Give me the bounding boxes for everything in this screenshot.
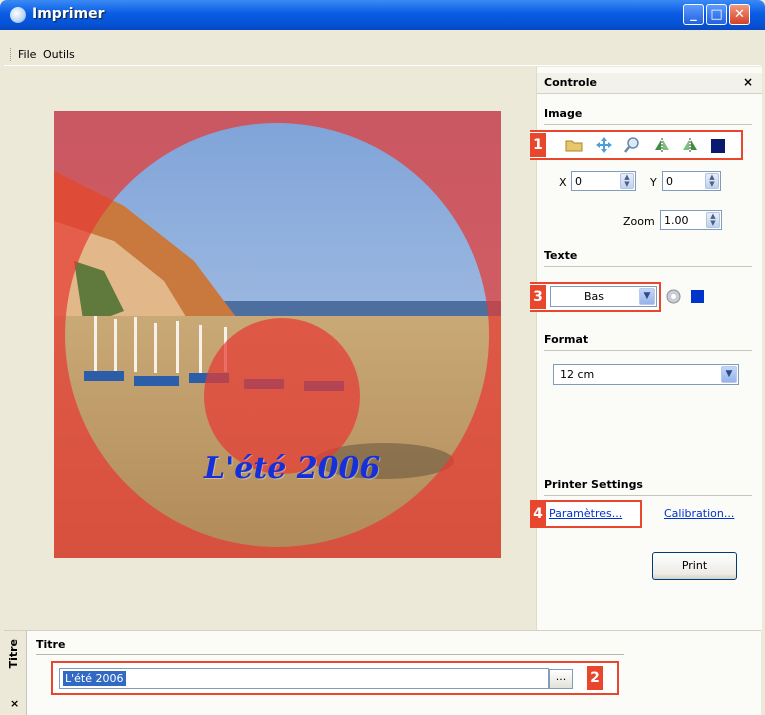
text-position-select[interactable]: Bas ▼ [550, 286, 657, 307]
calibration-link[interactable]: Calibration... [664, 507, 734, 520]
beach-photo [54, 111, 501, 558]
control-panel: Controle × Image 1 X 0 ▲ ▼ Y 0 ▲ ▼ Zoom 1.… [530, 67, 762, 630]
close-icon: ✕ [734, 7, 745, 22]
title-side-tab[interactable]: Titre × [4, 631, 27, 715]
zoom-icon[interactable] [623, 136, 641, 154]
menu-outils[interactable]: Outils [43, 48, 75, 61]
format-chevron-down-icon[interactable]: ▼ [721, 366, 737, 383]
title-panel: Titre × Titre L'été 2006 ... 2 [4, 630, 761, 715]
app-icon [10, 7, 26, 23]
zoom-label: Zoom [623, 215, 655, 228]
browse-button[interactable]: ... [549, 669, 573, 689]
printer-section-title: Printer Settings [544, 478, 643, 491]
minimize-button[interactable]: _ [683, 4, 704, 25]
zoom-value: 1.00 [664, 214, 689, 227]
text-position-value: Bas [584, 290, 605, 303]
image-toolbar [565, 136, 740, 156]
y-label: Y [650, 176, 657, 189]
x-stepper[interactable]: 0 ▲ ▼ [571, 171, 636, 191]
title-input-value: L'été 2006 [63, 671, 126, 686]
callout-1-badge: 1 [530, 133, 546, 157]
panel-header: Controle × [537, 73, 762, 94]
color-swatch-icon[interactable] [711, 139, 725, 153]
preview-area: L'été 2006 [4, 67, 536, 630]
maximize-button[interactable]: □ [706, 4, 727, 25]
print-button[interactable]: Print [652, 552, 737, 580]
side-tab-close-icon[interactable]: × [10, 697, 19, 710]
x-label: X [559, 176, 567, 189]
callout-4-badge: 4 [530, 502, 546, 526]
panel-title: Controle [544, 76, 597, 89]
close-button[interactable]: ✕ [729, 4, 750, 25]
panel-close-icon[interactable]: × [743, 75, 753, 89]
maximize-icon: □ [710, 7, 723, 22]
x-stepper-arrows[interactable]: ▲ ▼ [620, 173, 634, 189]
text-color-swatch[interactable] [691, 290, 704, 303]
format-section-divider [544, 350, 752, 351]
window-title: Imprimer [32, 6, 105, 22]
format-select[interactable]: 12 cm ▼ [553, 364, 739, 385]
y-stepper-arrows[interactable]: ▲ ▼ [705, 173, 719, 189]
side-tab-label: Titre [7, 639, 20, 669]
print-window: Imprimer _ □ ✕ File Outils L'été 2006 Co… [0, 0, 765, 715]
chevron-down-icon[interactable]: ▼ [639, 288, 655, 305]
title-bar[interactable]: Imprimer _ □ ✕ [0, 0, 765, 30]
text-section-title: Texte [544, 249, 578, 262]
image-section-divider [544, 124, 752, 125]
y-stepper[interactable]: 0 ▲ ▼ [662, 171, 721, 191]
zoom-stepper[interactable]: 1.00 ▲ ▼ [660, 210, 722, 230]
text-section-divider [544, 266, 752, 267]
font-settings-icon[interactable] [665, 288, 682, 305]
move-icon[interactable] [595, 136, 613, 154]
x-value: 0 [575, 175, 582, 188]
photo-caption: L'été 2006 [204, 451, 381, 486]
title-section-divider [36, 654, 624, 655]
title-input[interactable]: L'été 2006 [59, 668, 549, 689]
flip-vertical-icon[interactable] [653, 136, 671, 154]
minimize-icon: _ [690, 7, 697, 22]
flip-horizontal-icon[interactable] [681, 136, 699, 154]
folder-icon[interactable] [565, 136, 583, 154]
format-section-title: Format [544, 333, 589, 346]
callout-3-badge: 3 [530, 285, 546, 309]
menu-grip[interactable] [10, 48, 13, 61]
photo-preview[interactable]: L'été 2006 [54, 111, 501, 558]
menu-bar: File Outils [4, 44, 761, 66]
menu-file[interactable]: File [18, 48, 36, 61]
zoom-stepper-arrows[interactable]: ▲ ▼ [706, 212, 720, 228]
title-section-title: Titre [36, 638, 66, 651]
format-value: 12 cm [560, 368, 595, 381]
parameters-link[interactable]: Paramètres... [549, 507, 622, 520]
y-value: 0 [666, 175, 673, 188]
image-section-title: Image [544, 107, 583, 120]
printer-section-divider [544, 495, 752, 496]
callout-2-badge: 2 [587, 666, 603, 690]
